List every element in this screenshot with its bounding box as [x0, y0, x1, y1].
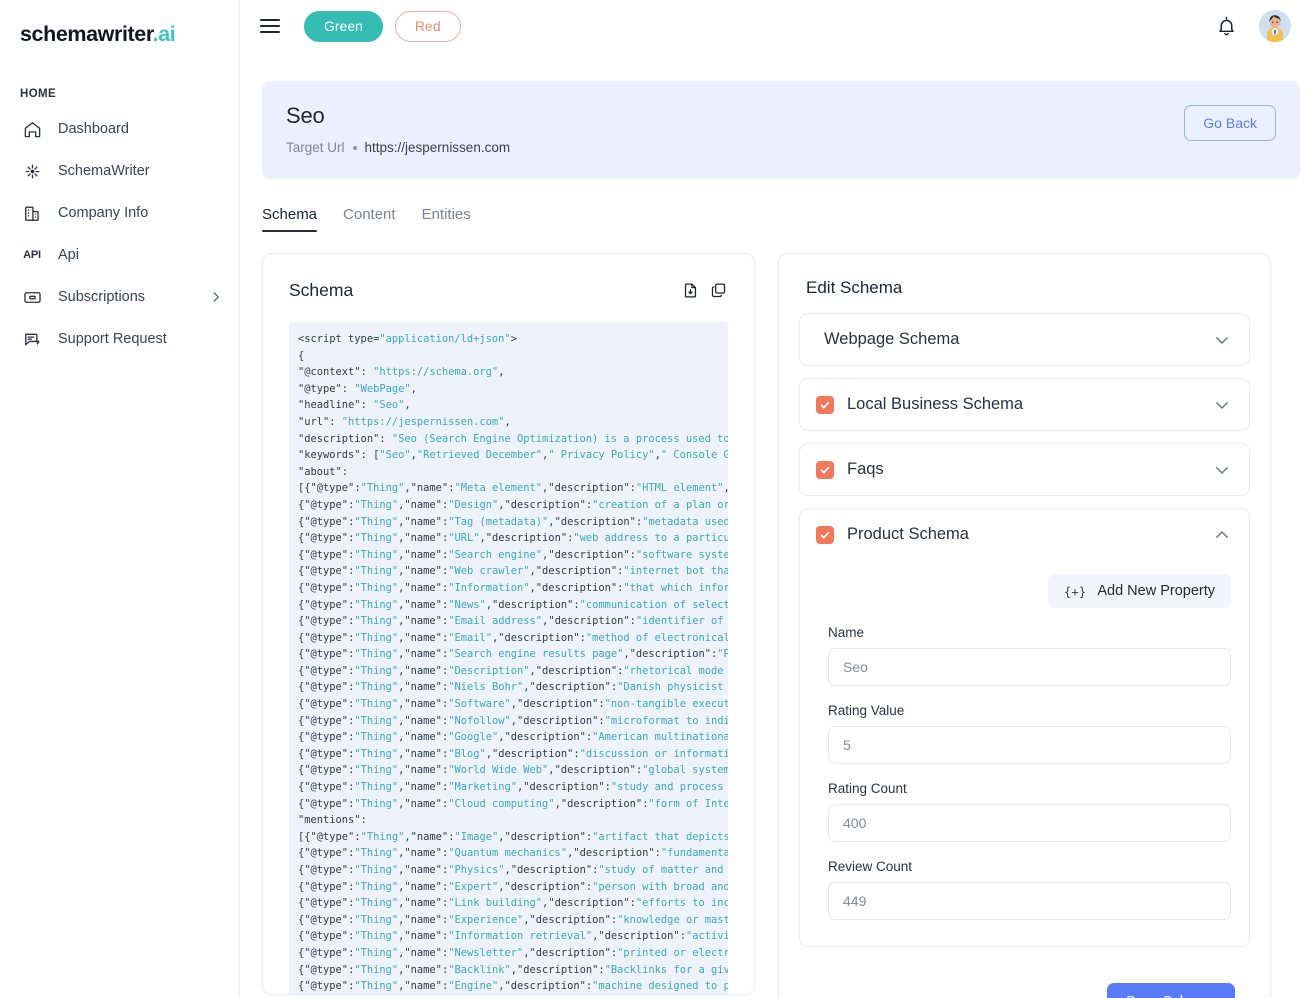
go-back-button[interactable]: Go Back: [1184, 105, 1276, 141]
sidebar-item-label: Api: [58, 247, 79, 263]
target-url-row: Target Url https://jespernissen.com: [286, 140, 510, 155]
chat-question-icon: [22, 329, 42, 349]
accordion-faqs: Faqs: [799, 443, 1250, 496]
schema-card-actions: [680, 281, 728, 301]
rating-count-input[interactable]: [828, 804, 1231, 842]
chevron-down-icon[interactable]: [1213, 396, 1231, 414]
sidebar: schemawriter.ai HOME Dashboard SchemaWri…: [0, 0, 240, 998]
red-button[interactable]: Red: [394, 10, 461, 42]
field-rating-value: Rating Value: [828, 703, 1231, 764]
schema-card-header: Schema: [289, 280, 728, 301]
accordion-local-business-schema: Local Business Schema: [799, 378, 1250, 431]
copy-icon[interactable]: [708, 281, 728, 301]
schema-code-text: <script type="application/ld+json"> { "@…: [298, 333, 728, 993]
accordion-webpage-schema: Webpage Schema: [799, 313, 1250, 366]
building-icon: [22, 203, 42, 223]
sidebar-item-label: Dashboard: [58, 121, 129, 137]
green-button[interactable]: Green: [304, 10, 383, 42]
field-rating-count: Rating Count: [828, 781, 1231, 842]
accordion-label: Webpage Schema: [824, 330, 960, 348]
chevron-down-icon[interactable]: [1213, 461, 1231, 479]
accordion-header[interactable]: Product Schema: [800, 509, 1249, 560]
field-label: Review Count: [828, 859, 913, 874]
sidebar-item-support-request[interactable]: Support Request: [0, 318, 239, 360]
sidebar-item-subscriptions[interactable]: Subscriptions: [0, 276, 239, 318]
accordion-header[interactable]: Faqs: [800, 444, 1249, 495]
schema-card-title: Schema: [289, 280, 354, 300]
add-property-icon: {+}: [1063, 583, 1087, 599]
target-url-value: https://jespernissen.com: [364, 140, 511, 155]
app-root: schemawriter.ai HOME Dashboard SchemaWri…: [0, 0, 1315, 998]
product-schema-checkbox[interactable]: [816, 525, 834, 544]
sidebar-item-label: Subscriptions: [58, 289, 146, 305]
accordion-header[interactable]: Webpage Schema: [800, 314, 1249, 365]
product-schema-body: {+} Add New Property Name Rating Value: [800, 560, 1249, 946]
edit-schema-title: Edit Schema: [806, 278, 903, 297]
local-business-checkbox[interactable]: [816, 395, 834, 414]
content-columns: Schema <script type="application/ld+json…: [240, 232, 1315, 998]
accordion-label: Product Schema: [847, 525, 969, 543]
bell-icon[interactable]: [1216, 16, 1237, 37]
schema-card: Schema <script type="application/ld+json…: [262, 253, 755, 995]
banner-text-group: Seo Target Url https://jespernissen.com: [286, 103, 510, 155]
accordion-label: Local Business Schema: [847, 395, 1024, 413]
sidebar-item-label: SchemaWriter: [58, 163, 150, 179]
field-label: Rating Count: [828, 781, 907, 796]
schema-code-block[interactable]: <script type="application/ld+json"> { "@…: [289, 322, 728, 994]
accordion-product-schema: Product Schema {+} Add New Property Name…: [799, 508, 1250, 947]
chevron-down-icon[interactable]: [1213, 331, 1231, 349]
field-review-count: Review Count: [828, 859, 1231, 920]
add-new-property-button[interactable]: {+} Add New Property: [1047, 574, 1231, 608]
field-name: Name: [828, 625, 1231, 686]
topbar: Green Red: [240, 0, 1315, 52]
field-label: Rating Value: [828, 703, 905, 718]
page-title: Seo: [286, 103, 325, 128]
schema-nodes-icon: [22, 161, 42, 181]
tab-schema[interactable]: Schema: [262, 206, 318, 232]
home-icon: [22, 119, 42, 139]
brand-logo[interactable]: schemawriter.ai: [0, 0, 239, 52]
sidebar-item-api[interactable]: API Api: [0, 234, 239, 276]
avatar[interactable]: [1259, 10, 1291, 42]
accordion-header[interactable]: Local Business Schema: [800, 379, 1249, 430]
card-icon: [22, 287, 42, 307]
sidebar-item-company-info[interactable]: Company Info: [0, 192, 239, 234]
sidebar-item-label: Company Info: [58, 205, 149, 221]
field-label: Name: [828, 625, 865, 640]
save-row: Save Schema: [799, 959, 1250, 998]
sidebar-section-home: HOME: [20, 88, 57, 100]
add-property-row: {+} Add New Property: [828, 574, 1231, 608]
main-area: Green Red Seo Target Url https://jespern…: [240, 0, 1315, 998]
tab-bar: Schema Content Entities: [262, 206, 1315, 232]
separator-dot-icon: [352, 145, 357, 150]
sidebar-item-dashboard[interactable]: Dashboard: [0, 108, 239, 150]
download-file-icon[interactable]: [680, 281, 700, 301]
hamburger-icon[interactable]: [260, 17, 282, 35]
edit-schema-card: Edit Schema Webpage Schema Local Busines…: [778, 253, 1271, 998]
chevron-right-icon[interactable]: [209, 290, 223, 304]
sidebar-item-label: Support Request: [58, 331, 167, 347]
api-icon: API: [23, 249, 41, 261]
accordion-label: Faqs: [847, 460, 884, 478]
brand-name: schemawriter.ai: [20, 21, 176, 46]
add-new-property-label: Add New Property: [1097, 583, 1215, 599]
target-url-label: Target Url: [286, 140, 345, 155]
topbar-right-group: [1216, 10, 1291, 42]
tab-content[interactable]: Content: [343, 206, 396, 232]
save-schema-button[interactable]: Save Schema: [1106, 983, 1235, 998]
review-count-input[interactable]: [828, 882, 1231, 920]
faqs-checkbox[interactable]: [816, 460, 834, 479]
name-input[interactable]: [828, 648, 1231, 686]
brand-accent: .ai: [152, 21, 176, 46]
sidebar-item-schemawriter[interactable]: SchemaWriter: [0, 150, 239, 192]
avatar-illustration: [1259, 10, 1291, 42]
chevron-up-icon[interactable]: [1213, 526, 1231, 544]
rating-value-input[interactable]: [828, 726, 1231, 764]
page-banner: Seo Target Url https://jespernissen.com …: [262, 81, 1300, 179]
tab-entities[interactable]: Entities: [422, 206, 471, 232]
